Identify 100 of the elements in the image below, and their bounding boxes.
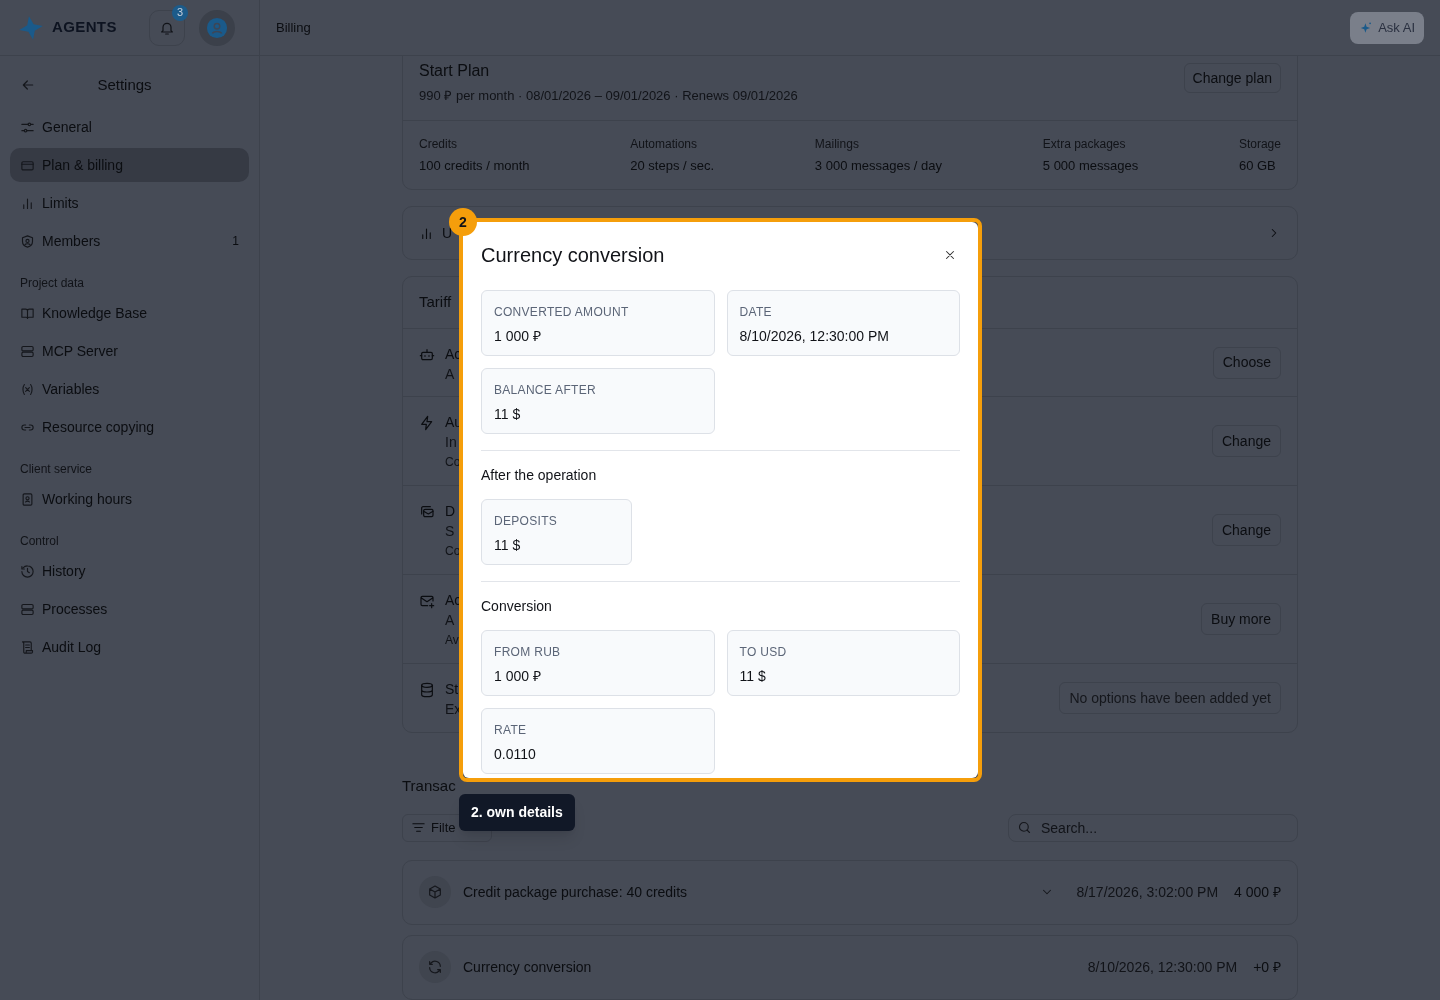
tile-value: 11 $ bbox=[494, 536, 522, 555]
row-description: A bbox=[445, 364, 455, 384]
scroll-icon bbox=[20, 639, 35, 655]
breadcrumb: Billing bbox=[276, 18, 311, 37]
book-icon bbox=[20, 305, 35, 321]
sidebar-item[interactable]: Members 1 bbox=[10, 224, 249, 258]
stat-label: Credits bbox=[419, 135, 458, 153]
stat-label: Mailings bbox=[814, 135, 860, 153]
stacked-messages-icon bbox=[419, 504, 435, 520]
stat-value: 3 000 messages / day bbox=[814, 156, 943, 175]
close-icon bbox=[943, 248, 957, 262]
sidebar-section-heading: Project data bbox=[19, 275, 86, 292]
tooltip: 2. own details bbox=[459, 794, 575, 831]
sidebar-item[interactable]: History bbox=[10, 554, 249, 588]
bar-chart-icon bbox=[419, 225, 434, 241]
refresh-icon bbox=[427, 959, 443, 975]
transaction-amount: 4 000 ₽ bbox=[1234, 882, 1281, 902]
stat-value: 100 credits / month bbox=[419, 156, 530, 175]
sidebar-item[interactable]: Audit Log bbox=[10, 630, 249, 664]
plan-details: 990 ₽ per month · 08/01/2026 – 09/01/2026 · Renews 09/01/2026 bbox=[419, 87, 798, 105]
stat-label: Extra packages bbox=[1042, 135, 1127, 153]
row-description: S bbox=[445, 522, 455, 541]
bar-chart-icon bbox=[20, 195, 35, 211]
row-title: St bbox=[445, 680, 459, 699]
row-description: A bbox=[445, 611, 455, 630]
filter-icon bbox=[411, 820, 426, 835]
tile-label: FROM RUB bbox=[494, 644, 562, 661]
stat-value: 60 GB bbox=[1238, 156, 1277, 175]
sidebar-item[interactable]: Variables bbox=[10, 372, 249, 406]
plan-name: Start Plan bbox=[419, 61, 491, 81]
transaction-amount: +0 ₽ bbox=[1253, 957, 1281, 977]
sidebar-item[interactable]: Knowledge Base bbox=[10, 296, 249, 330]
id-badge-icon bbox=[20, 491, 35, 507]
section-heading: After the operation bbox=[481, 466, 598, 485]
row-action-button[interactable]: Change bbox=[1211, 425, 1281, 457]
tile-value: 11 $ bbox=[494, 405, 522, 424]
sidebar-item[interactable]: MCP Server bbox=[10, 334, 249, 368]
sidebar-item[interactable]: General bbox=[10, 110, 249, 144]
section-title: Transac bbox=[402, 776, 457, 796]
sidebar-item[interactable]: Limits bbox=[10, 186, 249, 220]
row-action-button[interactable]: Change bbox=[1211, 514, 1281, 546]
history-icon bbox=[20, 563, 35, 579]
sidebar-section-heading: Client service bbox=[19, 461, 94, 478]
row-description: In bbox=[445, 433, 457, 452]
notification-count: 3 bbox=[172, 4, 188, 21]
ask-ai-button[interactable]: Ask AI bbox=[1350, 11, 1424, 44]
member-count: 1 bbox=[232, 233, 239, 250]
stat-label: Storage bbox=[1238, 135, 1281, 153]
logo-text: AGENTS bbox=[52, 17, 117, 38]
tile-value: 1 000 ₽ bbox=[494, 667, 542, 686]
card-title: Tariff bbox=[419, 292, 452, 313]
transaction-date: 8/17/2026, 3:02:00 PM bbox=[1076, 882, 1219, 902]
row-title: D bbox=[445, 502, 456, 521]
transaction-row[interactable]: Currency conversion 8/10/2026, 12:30:00 PM +0 ₽ bbox=[402, 934, 1298, 1000]
tile-label: DATE bbox=[739, 304, 773, 321]
lightning-icon bbox=[419, 415, 435, 431]
search-field[interactable]: Search... bbox=[1008, 813, 1298, 842]
tile-value: 8/10/2026, 12:30:00 PM bbox=[739, 327, 890, 346]
sidebar-title: Settings bbox=[96, 74, 153, 95]
tile-value: 1 000 ₽ bbox=[494, 327, 542, 346]
tile-label: DEPOSITS bbox=[494, 513, 559, 530]
change-plan-button[interactable]: Change plan bbox=[1183, 63, 1281, 93]
back-arrow-icon[interactable] bbox=[20, 77, 36, 93]
stat-value: 20 steps / sec. bbox=[630, 156, 715, 175]
sparkle-icon bbox=[1359, 20, 1374, 35]
cube-icon bbox=[427, 884, 443, 900]
tile-label: RATE bbox=[494, 722, 528, 739]
row-action-button[interactable]: Choose bbox=[1212, 346, 1281, 379]
empty-options-note: No options have been added yet bbox=[1059, 682, 1281, 714]
server-icon bbox=[20, 601, 35, 617]
tile-label: TO USD bbox=[739, 644, 788, 661]
transaction-title: Credit package purchase: 40 credits bbox=[463, 882, 688, 902]
row-action-button[interactable]: Buy more bbox=[1201, 603, 1281, 635]
search-icon bbox=[1017, 819, 1032, 835]
mail-plus-icon bbox=[419, 593, 435, 609]
tile-value: 0.0110 bbox=[494, 745, 537, 764]
database-icon bbox=[419, 682, 435, 698]
sidebar-item[interactable]: Resource copying bbox=[10, 410, 249, 444]
sidebar-section-heading: Control bbox=[19, 533, 60, 550]
variable-icon bbox=[20, 381, 35, 397]
row-description: Av bbox=[445, 632, 459, 649]
shield-icon bbox=[20, 233, 35, 249]
step-number-badge: 2 bbox=[449, 208, 477, 236]
transaction-row[interactable]: Credit package purchase: 40 credits 8/17/2026, 3:02:00 PM 4 000 ₽ bbox=[402, 859, 1298, 925]
avatar-button[interactable] bbox=[199, 9, 235, 46]
transaction-date: 8/10/2026, 12:30:00 PM bbox=[1087, 957, 1238, 977]
robot-icon bbox=[419, 347, 435, 363]
logo-icon bbox=[18, 14, 44, 41]
stat-value: 5 000 messages bbox=[1042, 156, 1139, 175]
tile-label: BALANCE AFTER bbox=[494, 382, 597, 399]
dialog-title: Currency conversion bbox=[481, 243, 665, 268]
server-icon bbox=[20, 343, 35, 359]
sidebar-item[interactable]: Processes bbox=[10, 592, 249, 626]
tile-value: 11 $ bbox=[739, 667, 767, 686]
section-heading: Conversion bbox=[481, 597, 553, 616]
stat-label: Automations bbox=[630, 135, 698, 153]
tile-label: CONVERTED AMOUNT bbox=[494, 304, 630, 321]
transaction-title: Currency conversion bbox=[463, 957, 592, 977]
sidebar-item[interactable]: Working hours bbox=[10, 482, 249, 516]
user-icon bbox=[206, 16, 228, 39]
